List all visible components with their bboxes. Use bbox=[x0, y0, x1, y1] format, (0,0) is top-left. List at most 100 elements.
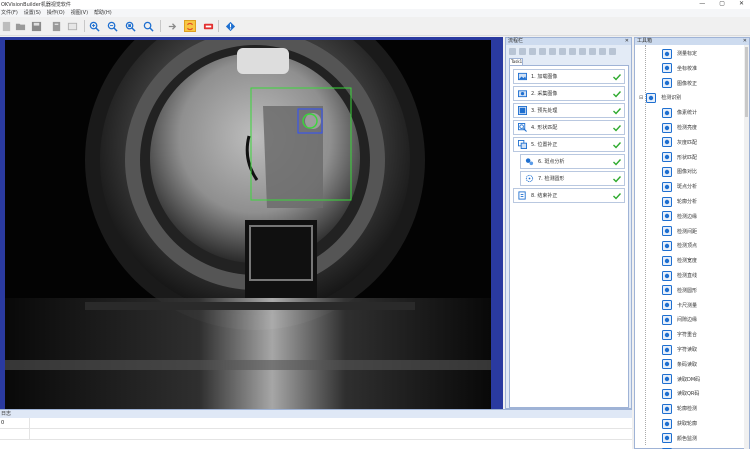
window-controls: — ▢ ✕ bbox=[699, 0, 744, 9]
flow-item[interactable]: 4. 形状匹配 bbox=[513, 120, 625, 135]
toolbox-item[interactable]: 轮廓分析 bbox=[662, 194, 750, 209]
toolbox-item-label: 图像校正 bbox=[677, 80, 698, 87]
toolbox-item[interactable]: 读取QR码 bbox=[662, 386, 750, 401]
toolbox-item[interactable]: 图像校正 bbox=[662, 76, 750, 91]
toolbox-item[interactable]: 像素统计 bbox=[662, 105, 750, 120]
toolbox-item-label: 检测间距 bbox=[677, 228, 698, 235]
new-icon[interactable] bbox=[0, 20, 12, 32]
save-icon[interactable] bbox=[30, 20, 42, 32]
minimize-button[interactable]: — bbox=[699, 0, 705, 9]
viewer-scrollbar[interactable] bbox=[496, 40, 503, 409]
flow-tool-icon[interactable] bbox=[519, 47, 526, 55]
toolbar-separator bbox=[160, 20, 161, 32]
toolbar bbox=[0, 17, 750, 36]
dm-code-icon bbox=[662, 374, 672, 385]
stop-icon[interactable] bbox=[202, 20, 214, 32]
image-icon[interactable] bbox=[66, 20, 78, 32]
check-icon bbox=[613, 108, 621, 115]
run-once-icon[interactable] bbox=[166, 20, 178, 32]
toolbox-item[interactable]: 颜色监测 bbox=[662, 431, 750, 446]
zoom-out-icon[interactable] bbox=[106, 20, 118, 32]
maximize-button[interactable]: ▢ bbox=[719, 0, 725, 9]
flow-tool-icon[interactable] bbox=[539, 47, 546, 55]
qr-code-icon bbox=[662, 388, 672, 399]
coord-icon bbox=[662, 63, 672, 74]
flow-item[interactable]: 3. 预先处理 bbox=[513, 103, 625, 118]
run-loop-icon[interactable] bbox=[184, 20, 196, 32]
toolbox-item[interactable]: 坐标校准 bbox=[662, 61, 750, 76]
zoom-actual-icon[interactable] bbox=[142, 20, 154, 32]
toolbox-item[interactable]: 字符重合 bbox=[662, 327, 750, 342]
toolbox-item[interactable]: 检测间距 bbox=[662, 224, 750, 239]
camera-image[interactable] bbox=[5, 40, 491, 409]
toolbox-item[interactable]: 获取轮廓 bbox=[662, 416, 750, 431]
collapse-icon[interactable]: ⊟ bbox=[639, 95, 643, 101]
zoom-in-icon[interactable] bbox=[88, 20, 100, 32]
menu-help[interactable]: 帮助(H) bbox=[94, 9, 112, 17]
toolbox-group[interactable]: ⊟ 检测识别 bbox=[639, 90, 749, 105]
detect-group-icon bbox=[646, 92, 657, 103]
print-icon[interactable] bbox=[50, 20, 62, 32]
menu-file[interactable]: 文件(F) bbox=[1, 9, 18, 17]
toolbox-item[interactable]: 轮廓检测 bbox=[662, 401, 750, 416]
toolbox-header: 工具箱 ✕ bbox=[635, 38, 749, 45]
flow-tool-icon[interactable] bbox=[549, 47, 556, 55]
menu-settings[interactable]: 设置(S) bbox=[24, 9, 41, 17]
toolbox-item[interactable]: 检测圆形 bbox=[662, 283, 750, 298]
menu-operate[interactable]: 操作(O) bbox=[47, 9, 65, 17]
toolbox-item[interactable]: 检测直线 bbox=[662, 268, 750, 283]
scrollbar-thumb[interactable] bbox=[745, 47, 748, 117]
toolbox-item[interactable]: 字符读取 bbox=[662, 342, 750, 357]
toolbox-item[interactable]: 检测宽度 bbox=[662, 253, 750, 268]
check-icon bbox=[613, 125, 621, 132]
toolbox-item[interactable]: 灰度匹配 bbox=[662, 135, 750, 150]
flow-tool-icon[interactable] bbox=[509, 47, 516, 55]
get-contour-icon bbox=[662, 418, 672, 429]
flow-panel-close-icon[interactable]: ✕ bbox=[625, 38, 629, 45]
edge-icon bbox=[662, 211, 672, 222]
flow-item[interactable]: 5. 位置补正 bbox=[513, 137, 625, 152]
contour-detect-icon bbox=[662, 403, 672, 414]
toolbox-item[interactable]: 卡尺测量 bbox=[662, 298, 750, 313]
toolbox-item-label: 读取QR码 bbox=[677, 391, 700, 398]
toolbox-item[interactable]: 条码读取 bbox=[662, 357, 750, 372]
toolbox-item[interactable]: 检测亮度 bbox=[662, 120, 750, 135]
flow-tool-icon[interactable] bbox=[579, 47, 586, 55]
flow-tool-icon[interactable] bbox=[559, 47, 566, 55]
shape-match-icon bbox=[517, 123, 527, 133]
color-monitor-icon bbox=[662, 433, 672, 444]
toolbox-item-label: 检测宽度 bbox=[677, 258, 698, 265]
zoom-fit-icon[interactable] bbox=[124, 20, 136, 32]
check-icon bbox=[613, 74, 621, 81]
toolbox-scrollbar[interactable] bbox=[744, 45, 749, 449]
flow-tool-icon[interactable] bbox=[529, 47, 536, 55]
toolbox-item[interactable]: 测量标定 bbox=[662, 46, 750, 61]
toolbox-item[interactable]: 检测顶点 bbox=[662, 238, 750, 253]
flow-list: 1. 加载图像 2. 采集图像 3. 预先处理 4. 形状匹配 5. 位置补正 … bbox=[509, 65, 629, 408]
check-icon bbox=[613, 176, 621, 183]
toolbox-item-label: 颜色监测 bbox=[677, 435, 698, 442]
toolbox-item[interactable]: 读取DM码 bbox=[662, 372, 750, 387]
flow-tool-icon[interactable] bbox=[599, 47, 606, 55]
flow-tool-icon[interactable] bbox=[589, 47, 596, 55]
toolbox-item[interactable]: 斑点分析 bbox=[662, 179, 750, 194]
close-button[interactable]: ✕ bbox=[739, 0, 744, 9]
info-icon[interactable] bbox=[224, 20, 236, 32]
flow-item[interactable]: 2. 采集图像 bbox=[513, 86, 625, 101]
open-icon[interactable] bbox=[14, 20, 26, 32]
flow-item[interactable]: 1. 加载图像 bbox=[513, 69, 625, 84]
flow-tool-icon[interactable] bbox=[569, 47, 576, 55]
toolbox-item[interactable]: 颜色识别 bbox=[662, 446, 750, 449]
image-load-icon bbox=[517, 72, 527, 82]
flow-item[interactable]: 7. 检测圆形 bbox=[520, 171, 625, 186]
flow-item[interactable]: 8. 结束补正 bbox=[513, 188, 625, 203]
toolbox-item[interactable]: 间隙边缘 bbox=[662, 312, 750, 327]
toolbox-item[interactable]: 图像对比 bbox=[662, 164, 750, 179]
menu-view[interactable]: 视图(V) bbox=[71, 9, 88, 17]
flow-tool-icon[interactable] bbox=[609, 47, 616, 55]
toolbox-close-icon[interactable]: ✕ bbox=[743, 38, 747, 45]
toolbox-item[interactable]: 检测边缘 bbox=[662, 209, 750, 224]
tab-task1[interactable]: Task1 bbox=[509, 58, 523, 65]
flow-item[interactable]: 6. 斑点分析 bbox=[520, 154, 625, 169]
toolbox-item[interactable]: 形状匹配 bbox=[662, 150, 750, 165]
